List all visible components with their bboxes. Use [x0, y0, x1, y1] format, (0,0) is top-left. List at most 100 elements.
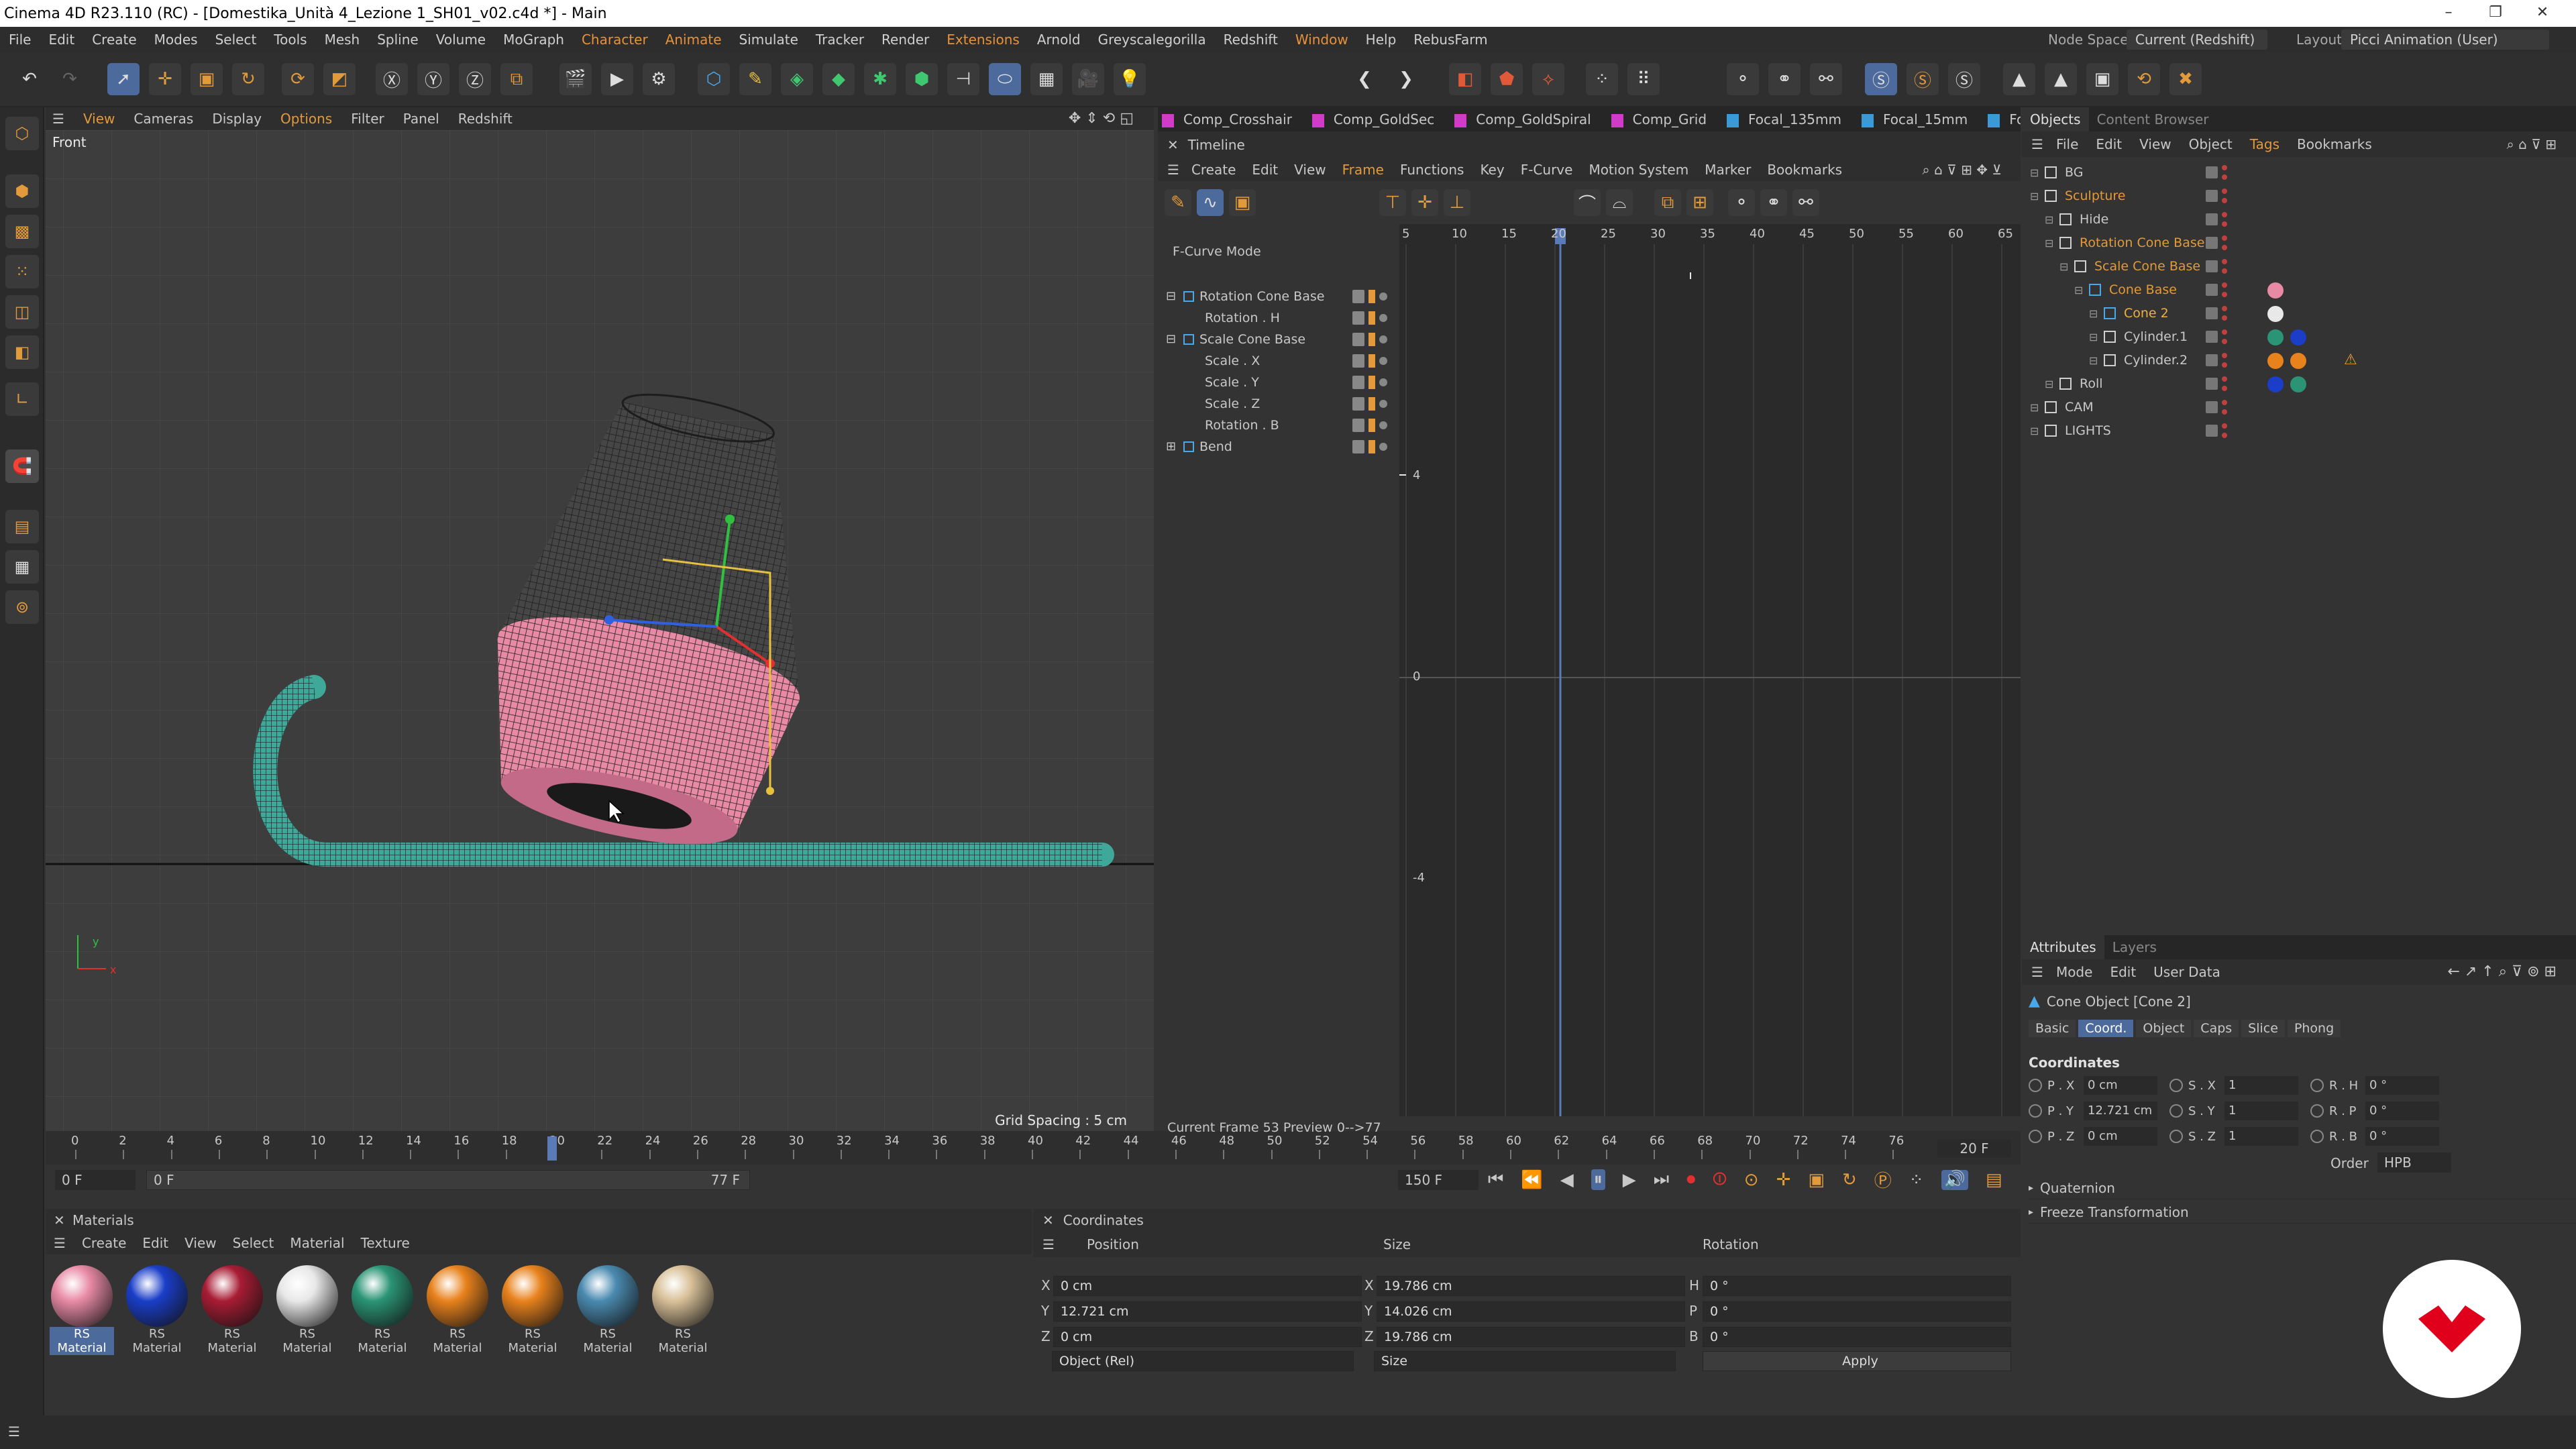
cube-icon[interactable]: ⬡ [698, 63, 730, 95]
timeline-menu-bookmarks[interactable]: Bookmarks [1759, 158, 1850, 181]
visibility-toggle-icon[interactable] [2206, 213, 2218, 225]
floor-icon[interactable]: ▦ [1030, 63, 1063, 95]
expand-icon[interactable]: ⊟ [2045, 231, 2053, 255]
menu-file[interactable]: File [0, 27, 40, 52]
coord-field-input[interactable]: 1 [2224, 1102, 2298, 1120]
position-field[interactable]: 12.721 cm [1053, 1301, 1362, 1322]
track-bars-icon[interactable] [1368, 354, 1375, 368]
polygons-mode-icon[interactable]: ◧ [5, 335, 39, 369]
animate-toggle-icon[interactable] [2169, 1104, 2183, 1118]
timeline-tool-c-icon[interactable]: ⚯ [1792, 189, 1819, 216]
cloner-icon[interactable]: ✱ [864, 63, 896, 95]
snap-icon[interactable]: 🧲 [5, 449, 39, 483]
planar-icon[interactable]: ⊚ [5, 590, 39, 624]
generator-icon[interactable]: ◈ [781, 63, 813, 95]
timeline-menu-motion-system[interactable]: Motion System [1580, 158, 1697, 181]
step-forward-icon[interactable]: ▶ [1623, 1170, 1636, 1190]
viewport-menu-display[interactable]: Display [203, 107, 271, 130]
timeline-ruler[interactable]: 0 2 4 6 8 10 12 14 16 18 20 22 24 26 28 30 32 34 36 38 40 42 4… [46, 1131, 2021, 1165]
size-field[interactable]: 19.786 cm [1377, 1327, 1685, 1347]
track-bars-icon[interactable] [1368, 290, 1375, 303]
track-edit-icon[interactable] [1352, 354, 1364, 368]
fcurve-graph[interactable]: 5 10 15 20 25 30 35 40 45 50 55 60 65 4 0 -4 [1399, 224, 2021, 1116]
viewport-menu-cameras[interactable]: Cameras [124, 107, 203, 130]
visibility-toggle-icon[interactable] [2206, 354, 2218, 366]
greyscale-tool-1-icon[interactable]: ⚬ [1727, 63, 1759, 95]
position-field[interactable]: 0 cm [1053, 1327, 1362, 1347]
timeline-track[interactable]: Scale . Z [1158, 393, 1398, 415]
key-pla-icon[interactable]: ⁘ [1909, 1170, 1924, 1190]
coord-field-input[interactable]: 0 ° [2365, 1076, 2439, 1095]
material-tag-icon[interactable] [2290, 353, 2306, 369]
material-swatch[interactable]: RS Material [200, 1265, 264, 1355]
visibility-toggle-icon[interactable] [2206, 260, 2218, 272]
move-tool-icon[interactable]: ✛ [149, 63, 181, 95]
viewport-menu-options[interactable]: Options [271, 107, 341, 130]
render-dot-icon[interactable] [2222, 386, 2227, 391]
maximize-button[interactable]: ❐ [2475, 0, 2516, 27]
rebus-4-icon[interactable]: ⟲ [2128, 63, 2160, 95]
material-swatch[interactable]: RS Material [275, 1265, 339, 1355]
render-dot-icon[interactable] [2222, 409, 2227, 415]
timeline-tool-b-icon[interactable]: ⚭ [1760, 189, 1787, 216]
menu-animate[interactable]: Animate [657, 27, 731, 52]
expand-icon[interactable]: ⊟ [2030, 419, 2039, 443]
animate-toggle-icon[interactable] [2169, 1130, 2183, 1143]
track-bars-icon[interactable] [1368, 419, 1375, 432]
timeline-menu-view[interactable]: View [1286, 158, 1334, 181]
track-dot-icon[interactable] [1379, 378, 1387, 386]
materials-menu-texture[interactable]: Texture [353, 1232, 418, 1254]
track-dot-icon[interactable] [1379, 292, 1387, 301]
attributes-nav-icons[interactable]: ← ↗ ↑ ⌕ ⊽ ⊚ ⊞ [2438, 959, 2565, 985]
coordinate-system-icon[interactable]: ◩ [323, 63, 356, 95]
objects-hamburger-icon[interactable]: ☰ [2022, 131, 2047, 157]
material-swatch[interactable]: RS Material [50, 1265, 114, 1355]
timeline-menu-marker[interactable]: Marker [1697, 158, 1759, 181]
menu-mograph[interactable]: MoGraph [494, 27, 573, 52]
animate-toggle-icon[interactable] [2310, 1079, 2324, 1092]
record-icon[interactable]: ⏺ [1686, 1169, 1695, 1190]
x-axis-lock-icon[interactable]: Ⓧ [376, 63, 408, 95]
snap-key-icon[interactable]: ⊥ [1444, 189, 1470, 216]
track-edit-icon[interactable] [1352, 419, 1364, 432]
timeline-track[interactable]: ⊞ Bend [1158, 436, 1398, 458]
current-frame-field[interactable]: 20 F [1937, 1139, 2011, 1158]
visibility-toggle-icon[interactable] [2206, 425, 2218, 437]
camera-tab-comp-grid[interactable]: Comp_Grid [1607, 107, 1723, 131]
animate-toggle-icon[interactable] [2310, 1130, 2324, 1143]
track-dot-icon[interactable] [1379, 357, 1387, 365]
back-arrow-icon[interactable]: ❮ [1348, 63, 1381, 95]
viewport-menu-filter[interactable]: Filter [341, 107, 394, 130]
object-row-sculpture[interactable]: ⊟ Sculpture [2022, 184, 2576, 208]
frame-selected-icon[interactable]: ⊞ [1686, 189, 1713, 216]
track-expand-icon[interactable]: ⊟ [1166, 329, 1176, 350]
coordinates-close-icon[interactable]: ✕ [1033, 1212, 1063, 1228]
freeze-section[interactable]: ▸ Freeze Transformation [2029, 1201, 2576, 1224]
material-tag-icon[interactable] [2267, 353, 2284, 369]
camera-icon[interactable]: 🎥 [1072, 63, 1104, 95]
animate-toggle-icon[interactable] [2029, 1130, 2042, 1143]
rebus-2-icon[interactable]: ▲ [2045, 63, 2077, 95]
material-swatch[interactable]: RS Material [425, 1265, 490, 1355]
materials-menu-material[interactable]: Material [282, 1232, 352, 1254]
viewport-menu-view[interactable]: View [74, 107, 124, 130]
editor-dot-icon[interactable] [2222, 423, 2227, 429]
timeline-track[interactable]: Scale . Y [1158, 372, 1398, 393]
rotation-field[interactable]: 0 ° [1703, 1301, 2011, 1322]
material-tag-icon[interactable] [2290, 329, 2306, 345]
scale-tool-icon[interactable]: ▣ [191, 63, 223, 95]
render-region-icon[interactable]: 🎬 [559, 63, 592, 95]
materials-menu-view[interactable]: View [176, 1232, 224, 1254]
menu-extensions[interactable]: Extensions [938, 27, 1028, 52]
workplane-icon[interactable]: ▤ [5, 510, 39, 543]
render-dot-icon[interactable] [2222, 174, 2227, 180]
menu-simulate[interactable]: Simulate [731, 27, 807, 52]
tab-objects[interactable]: Objects [2022, 107, 2089, 131]
menu-render[interactable]: Render [873, 27, 938, 52]
quaternion-section[interactable]: ▸ Quaternion [2029, 1177, 2576, 1199]
render-dot-icon[interactable] [2222, 198, 2227, 203]
materials-menu-create[interactable]: Create [74, 1232, 134, 1254]
editor-dot-icon[interactable] [2222, 259, 2227, 264]
visibility-toggle-icon[interactable] [2206, 284, 2218, 296]
redshift-render-icon[interactable]: ◧ [1449, 63, 1481, 95]
